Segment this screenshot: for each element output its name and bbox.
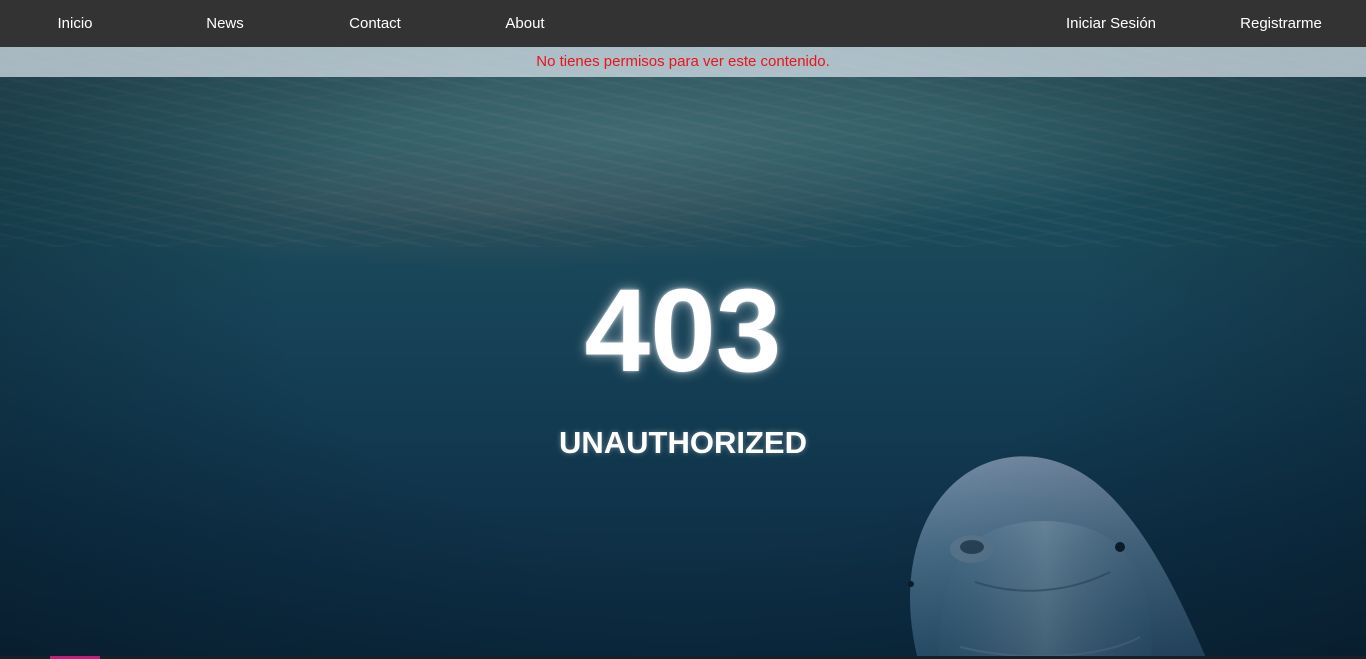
alert-message: No tienes permisos para ver este conteni…	[536, 53, 830, 70]
alert-banner: No tienes permisos para ver este conteni…	[0, 47, 1366, 77]
nav-link-register[interactable]: Registrarme	[1196, 0, 1366, 47]
nav-link-news[interactable]: News	[150, 0, 300, 47]
error-code: 403	[584, 265, 782, 397]
nav-link-login[interactable]: Iniciar Sesión	[1036, 0, 1186, 47]
nav-link-inicio[interactable]: Inicio	[0, 0, 150, 47]
navbar: Inicio News Contact About Iniciar Sesión…	[0, 0, 1366, 47]
error-message: UNAUTHORIZED	[559, 425, 807, 460]
nav-link-about[interactable]: About	[450, 0, 600, 47]
nav-link-contact[interactable]: Contact	[300, 0, 450, 47]
